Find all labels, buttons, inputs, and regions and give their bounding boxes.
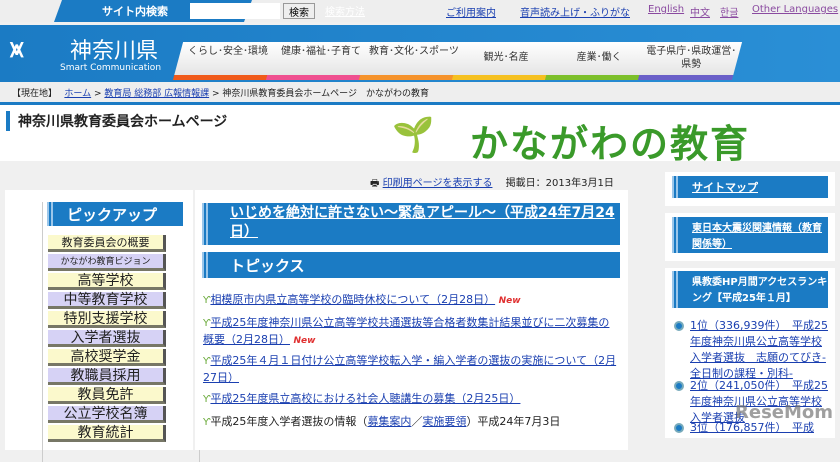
- topic-text: 平成25年度入学者選抜の情報（: [210, 415, 368, 428]
- topic-link[interactable]: 平成25年４月１日付け公立高等学校転入学・編入学者の選抜の実施について（2月27…: [203, 354, 616, 384]
- kanagawa-emblem-icon: ⩙: [10, 35, 24, 63]
- recruit-guide-link[interactable]: 募集案内: [367, 415, 411, 428]
- pickup-heading: ピックアップ: [47, 202, 183, 226]
- nav-label: くらし･安全･環境: [187, 46, 268, 57]
- quake-heading: 東日本大震災関連情報（教育関係等）: [672, 217, 828, 253]
- logo-name[interactable]: 神奈川県: [70, 33, 158, 65]
- search-help-link[interactable]: 検索方法: [325, 3, 365, 18]
- topic-item: Ƴ平成25年度県立高校における社会人聴講生の募集（2月25日）: [203, 391, 618, 408]
- guidelines-link[interactable]: 実施要領: [422, 415, 466, 428]
- topic-item: Ƴ平成25年４月１日付け公立高等学校転入学・編入学者の選抜の実施について（2月2…: [203, 353, 618, 386]
- appeal-link[interactable]: いじめを絶対に許さない～緊急アピール～（平成24年7月24日）: [230, 205, 615, 240]
- top-utility-bar: サイト内検索 検索 検索方法 ご利用案内 音声読み上げ・ふりがな English…: [0, 0, 840, 22]
- nav-education[interactable]: 教育･文化･スポーツ: [358, 42, 464, 80]
- topic-link[interactable]: 平成25年度神奈川県公立高等学校共通選抜等合格者数集計結果並びに二次募集の概要（…: [203, 316, 609, 346]
- sprout-icon: 🌱: [392, 115, 435, 155]
- ranking-link[interactable]: 1位（336,939件） 平成25年度神奈川県公立高等学校入学者選抜 志願のてび…: [690, 319, 828, 380]
- appeal-banner: いじめを絶対に許さない～緊急アピール～（平成24年7月24日）: [202, 203, 620, 245]
- search-input[interactable]: [190, 3, 280, 19]
- site-header: ⩙ 神奈川県 Smart Communication くらし･安全･環境 健康･…: [0, 25, 840, 82]
- print-link[interactable]: 印刷用ページを表示する: [383, 178, 493, 189]
- sitemap-heading: サイトマップ: [672, 176, 828, 198]
- pickup-recruitment[interactable]: 教職員採用: [48, 368, 166, 385]
- lang-chinese[interactable]: 中文: [690, 4, 710, 19]
- topic-date: ）平成24年7月3日: [466, 415, 561, 428]
- breadcrumb-dept[interactable]: 教育局 総務部 広報情報課: [104, 89, 209, 99]
- pickup-directory[interactable]: 公立学校名簿: [48, 406, 166, 423]
- search-label: サイト内検索: [102, 5, 168, 18]
- nav-life[interactable]: くらし･安全･環境: [172, 42, 278, 80]
- topic-link[interactable]: 相模原市内県立高等学校の臨時休校について（2月28日）: [210, 293, 495, 306]
- speech-link[interactable]: 音声読み上げ・ふりがな: [520, 4, 630, 19]
- breadcrumb-prefix: 【現在地】: [12, 89, 53, 99]
- topic-item: Ƴ相模原市内県立高等学校の臨時休校について（2月28日） New: [203, 292, 618, 309]
- pickup-high-school[interactable]: 高等学校: [48, 273, 166, 290]
- logo-sub: Smart Communication: [60, 63, 162, 73]
- nav-health[interactable]: 健康･福祉･子育て: [265, 42, 371, 80]
- nav-label: 電子県庁･県政運営･県勢: [646, 46, 737, 70]
- lang-korean[interactable]: 한글: [720, 4, 738, 19]
- topic-item: Ƴ平成25年度神奈川県公立高等学校共通選抜等合格者数集計結果並びに二次募集の概要…: [203, 315, 618, 349]
- pickup-special-school[interactable]: 特別支援学校: [48, 311, 166, 328]
- nav-label: 観光･名産: [483, 52, 529, 63]
- nav-label: 教育･文化･スポーツ: [369, 46, 459, 57]
- topic-link[interactable]: 平成25年度県立高校における社会人聴講生の募集（2月25日）: [210, 392, 520, 405]
- quake-link[interactable]: 東日本大震災関連情報（教育関係等）: [692, 223, 822, 250]
- lang-other[interactable]: Other Languages: [752, 4, 838, 15]
- breadcrumb-current: 神奈川県教育委員会ホームページ かながわの教育: [222, 89, 429, 99]
- pickup-statistics[interactable]: 教育統計: [48, 425, 166, 442]
- nav-industry[interactable]: 産業･働く: [544, 42, 650, 80]
- ranking-item: 1位（336,939件） 平成25年度神奈川県公立高等学校入学者選抜 志願のてび…: [672, 318, 832, 382]
- banner-title: かながわの教育: [470, 122, 751, 166]
- ranking-heading: 県教委HP月間アクセスランキング【平成25年１月】: [672, 271, 828, 308]
- bullet-icon: [674, 321, 684, 331]
- new-badge: New: [293, 336, 316, 346]
- separator: ／: [411, 415, 423, 428]
- pickup-scholarship[interactable]: 高校奨学金: [48, 349, 166, 366]
- pickup-license[interactable]: 教員免許: [48, 387, 166, 404]
- breadcrumb: 【現在地】 ホーム > 教育局 総務部 広報情報課 > 神奈川県教育委員会ホーム…: [0, 82, 840, 102]
- bullet-icon: [674, 423, 684, 433]
- new-badge: New: [498, 296, 521, 306]
- pickup-overview[interactable]: 教育委員会の概要: [48, 235, 166, 252]
- printer-icon: 🖶: [370, 178, 380, 189]
- nav-label: 産業･働く: [576, 52, 622, 63]
- watermark: ReseMom: [735, 402, 834, 423]
- breadcrumb-home[interactable]: ホーム: [64, 89, 91, 99]
- bullet-icon: [674, 381, 684, 391]
- pickup-secondary-school[interactable]: 中等教育学校: [48, 292, 166, 309]
- publish-date: 掲載日：2013年3月1日: [505, 178, 614, 189]
- sitemap-link[interactable]: サイトマップ: [692, 181, 758, 194]
- page-title: 神奈川県教育委員会ホームページ: [6, 111, 227, 131]
- pickup-vision[interactable]: かながわ教育ビジョン: [48, 254, 166, 271]
- nav-tourism[interactable]: 観光･名産: [451, 42, 557, 80]
- pickup-admission[interactable]: 入学者選抜: [48, 330, 166, 347]
- topic-item: Ƴ平成25年度入学者選抜の情報（募集案内／実施要領）平成24年7月3日: [203, 414, 618, 431]
- lang-english[interactable]: English: [648, 4, 684, 15]
- topics-heading: トピックス: [202, 252, 620, 278]
- title-bar: 神奈川県教育委員会ホームページ 🌱 かながわの教育: [0, 105, 840, 166]
- nav-government[interactable]: 電子県庁･県政運営･県勢: [637, 42, 743, 80]
- search-button[interactable]: 検索: [283, 3, 315, 19]
- guide-link[interactable]: ご利用案内: [446, 4, 496, 19]
- nav-label: 健康･福祉･子育て: [280, 46, 361, 57]
